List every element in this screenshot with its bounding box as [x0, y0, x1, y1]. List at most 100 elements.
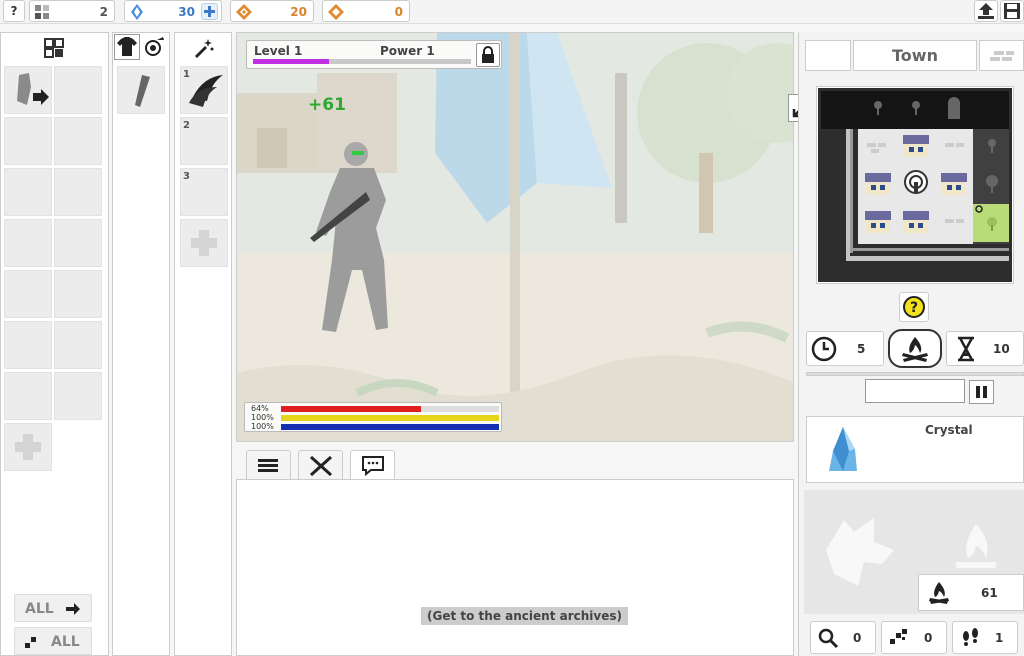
- inventory-slot[interactable]: [4, 219, 52, 267]
- inventory-slot[interactable]: [4, 372, 52, 420]
- inventory-grid-icon[interactable]: [44, 38, 64, 58]
- search-counter[interactable]: 0: [810, 621, 876, 654]
- crystals-counter: 30: [124, 0, 222, 22]
- log-tab-chat[interactable]: [350, 450, 395, 480]
- quest-hint: (Get to the ancient archives): [421, 607, 628, 625]
- list-icon: [258, 459, 278, 472]
- question-icon: ?: [903, 296, 925, 318]
- crossed-swords-icon: [309, 455, 333, 477]
- fire-count-value: 61: [981, 586, 998, 600]
- map-room-house[interactable]: [859, 165, 897, 203]
- weapon-slot[interactable]: [117, 66, 165, 114]
- fire-watermark-icon: [956, 524, 996, 568]
- fire-counter: 61: [918, 574, 1024, 611]
- move-all-button[interactable]: ALL: [14, 594, 92, 622]
- steps-count-value: 1: [995, 631, 1004, 645]
- magic-wand-icon[interactable]: [192, 37, 214, 59]
- drop-all-label: ALL: [51, 634, 80, 650]
- progress-divider: [806, 372, 1024, 376]
- tab-potions[interactable]: [143, 34, 169, 60]
- spell-slot-3[interactable]: 3: [180, 168, 228, 216]
- map-room-house[interactable]: [897, 203, 935, 241]
- wait-button[interactable]: 10: [946, 331, 1024, 366]
- spell-slot-1[interactable]: 1: [180, 66, 228, 114]
- log-tab-list[interactable]: [246, 450, 291, 479]
- timer-value: 5: [857, 342, 866, 356]
- add-spell-slot-button[interactable]: [180, 219, 228, 267]
- save-disk-button[interactable]: [1000, 0, 1024, 22]
- stats-bars-panel: 64% 100% 100%: [244, 402, 502, 432]
- drop-all-button[interactable]: ALL: [14, 627, 92, 655]
- puzzle-count-value: 0: [924, 631, 933, 645]
- inventory-slot[interactable]: [54, 66, 102, 114]
- pause-button[interactable]: [969, 380, 994, 404]
- move-all-label: ALL: [25, 601, 54, 617]
- map-room-wall: [935, 203, 973, 241]
- blocks-icon: [35, 5, 49, 19]
- inventory-slot[interactable]: [54, 270, 102, 318]
- essence-counter: 0: [322, 0, 410, 22]
- campfire-icon: [902, 337, 928, 362]
- level-label: Level 1: [254, 44, 303, 58]
- armor-to-equip-icon: [17, 73, 49, 105]
- tab-equipment[interactable]: [114, 34, 140, 60]
- gold-count: 20: [290, 5, 307, 19]
- inventory-slot[interactable]: [54, 219, 102, 267]
- hp-percent: 64%: [251, 404, 269, 413]
- inventory-slot[interactable]: [54, 372, 102, 420]
- mana-percent: 100%: [251, 422, 274, 431]
- bricks-icon: [990, 51, 1014, 61]
- essence-icon: [327, 3, 345, 21]
- help-button[interactable]: ?: [3, 0, 25, 22]
- crystals-count: 30: [178, 5, 195, 19]
- map-room-house[interactable]: [935, 165, 973, 203]
- crystal-icon: [131, 4, 143, 20]
- pause-icon: [976, 386, 987, 398]
- hourglass-icon: [952, 335, 980, 363]
- arrow-right-icon: [65, 601, 81, 617]
- inventory-slot-item[interactable]: [4, 66, 52, 114]
- inventory-slot[interactable]: [4, 270, 52, 318]
- map-help-button[interactable]: ?: [899, 292, 929, 322]
- gold-counter: 20: [230, 0, 314, 22]
- map-prev-button[interactable]: [805, 40, 851, 71]
- hp-bar: [281, 406, 421, 412]
- spell-slot-2[interactable]: 2: [180, 117, 228, 165]
- wait-value: 10: [993, 342, 1010, 356]
- map-room-wall: [859, 127, 897, 165]
- steps-counter[interactable]: 1: [952, 621, 1018, 654]
- map-room-unexplored: [859, 89, 897, 127]
- scatter-pieces-icon: [888, 627, 910, 649]
- enemy-figure: [296, 140, 406, 336]
- inventory-slot[interactable]: [54, 321, 102, 369]
- map-room-unexplored: [973, 165, 1011, 203]
- map-player-location[interactable]: [897, 165, 935, 203]
- map-room-forest[interactable]: [973, 203, 1011, 241]
- map-room-house[interactable]: [897, 127, 935, 165]
- shirt-icon: [117, 37, 137, 56]
- add-crystals-button[interactable]: [201, 3, 218, 20]
- svg-text:?: ?: [910, 300, 918, 316]
- timer-button[interactable]: 5: [806, 331, 884, 366]
- blocks-counter: 2: [29, 0, 115, 22]
- map-next-button[interactable]: [979, 40, 1024, 71]
- inventory-slot[interactable]: [4, 117, 52, 165]
- map-room-unexplored: [897, 89, 935, 127]
- damage-popup: +61: [308, 95, 346, 115]
- add-inventory-slot-button[interactable]: [4, 423, 52, 471]
- campfire-rest-button[interactable]: [888, 329, 942, 368]
- lock-button[interactable]: [476, 43, 500, 67]
- log-tab-combat[interactable]: [298, 450, 343, 479]
- inventory-slot[interactable]: [4, 168, 52, 216]
- inventory-slot[interactable]: [54, 117, 102, 165]
- puzzle-counter[interactable]: 0: [881, 621, 947, 654]
- inventory-slot[interactable]: [4, 321, 52, 369]
- power-label: Power 1: [380, 44, 435, 58]
- minimap: [816, 86, 1014, 284]
- map-room-house[interactable]: [859, 203, 897, 241]
- inventory-slot[interactable]: [54, 168, 102, 216]
- action-progress-field: [865, 379, 965, 403]
- upload-save-button[interactable]: [974, 0, 998, 22]
- selected-item-card[interactable]: Crystal: [806, 416, 1024, 483]
- log-panel: [236, 479, 794, 656]
